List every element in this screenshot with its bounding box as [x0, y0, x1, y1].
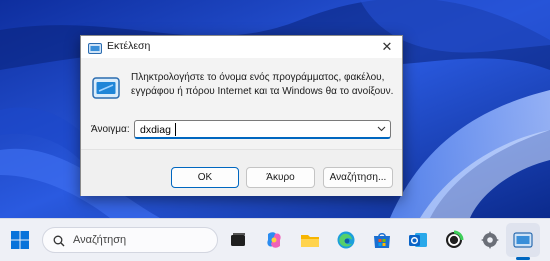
- run-app-icon: [88, 41, 102, 54]
- open-input-value[interactable]: dxdiag: [140, 124, 171, 136]
- search-placeholder: Αναζήτηση: [73, 234, 127, 246]
- ok-button[interactable]: OK: [171, 167, 239, 188]
- dialog-footer: OK Άκυρο Αναζήτηση...: [81, 149, 402, 196]
- search-icon: [53, 234, 65, 247]
- copilot-icon[interactable]: [264, 230, 284, 250]
- outlook-icon[interactable]: [408, 230, 428, 250]
- run-program-icon: [92, 77, 120, 99]
- cancel-button[interactable]: Άκυρο: [246, 167, 315, 188]
- open-combobox[interactable]: dxdiag: [134, 120, 391, 139]
- browse-button[interactable]: Αναζήτηση...: [323, 167, 393, 188]
- file-explorer-icon[interactable]: [300, 230, 320, 250]
- taskbar-search[interactable]: Αναζήτηση: [42, 227, 218, 253]
- run-app-icon[interactable]: [513, 230, 533, 250]
- store-icon[interactable]: [372, 230, 392, 250]
- task-view-icon[interactable]: [228, 230, 248, 250]
- run-dialog: Εκτέλεση ✕ Πληκτρολογήστε το όνομα ενός …: [80, 35, 403, 196]
- open-label: Άνοιγμα:: [91, 124, 130, 135]
- xbox-icon[interactable]: [444, 230, 464, 250]
- dialog-description: Πληκτρολογήστε το όνομα ενός προγράμματο…: [131, 72, 394, 97]
- dialog-title: Εκτέλεση: [107, 40, 151, 52]
- close-button[interactable]: ✕: [378, 38, 396, 56]
- text-caret: [175, 123, 176, 136]
- chevron-down-icon[interactable]: [377, 124, 386, 135]
- dialog-titlebar[interactable]: Εκτέλεση ✕: [81, 36, 402, 58]
- start-icon[interactable]: [10, 230, 30, 250]
- settings-icon[interactable]: [480, 230, 500, 250]
- edge-icon[interactable]: [336, 230, 356, 250]
- taskbar: Αναζήτηση: [0, 218, 550, 261]
